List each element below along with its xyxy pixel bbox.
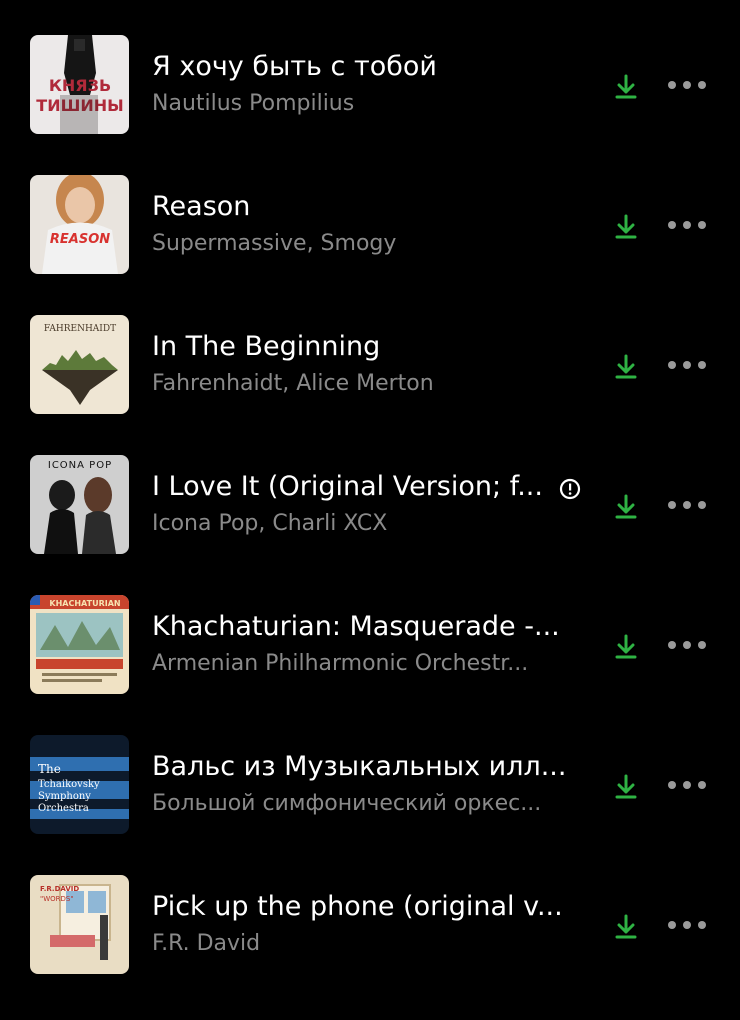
track-artist[interactable]: Icona Pop, Charli XCX bbox=[152, 510, 592, 538]
album-cover[interactable]: KHACHATURIAN bbox=[30, 595, 129, 694]
cover-text: FAHRENHAIDT bbox=[44, 324, 116, 334]
cover-text: The bbox=[38, 762, 61, 776]
more-options-icon[interactable] bbox=[664, 211, 710, 239]
cover-text: KHACHATURIAN bbox=[49, 599, 120, 608]
track-list: КНЯЗЬ ТИШИНЫ Я хочу быть с тобой Nautilu… bbox=[0, 0, 740, 1020]
download-icon[interactable] bbox=[612, 73, 640, 101]
download-icon[interactable] bbox=[612, 913, 640, 941]
track-artist[interactable]: Supermassive, Smogy bbox=[152, 230, 592, 258]
download-icon[interactable] bbox=[612, 353, 640, 381]
track-title[interactable]: In The Beginning bbox=[152, 330, 592, 364]
track-title[interactable]: Reason bbox=[152, 190, 592, 224]
more-options-icon[interactable] bbox=[664, 351, 710, 379]
svg-text:Orchestra: Orchestra bbox=[38, 803, 89, 814]
track-row[interactable]: FAHRENHAIDT In The Beginning Fahrenhaidt… bbox=[0, 280, 740, 420]
track-row[interactable]: REASON Reason Supermassive, Smogy bbox=[0, 140, 740, 280]
track-title[interactable]: Я хочу быть с тобой bbox=[152, 50, 592, 84]
track-row[interactable]: The Tchaikovsky Symphony Orchestra Вальс… bbox=[0, 700, 740, 840]
track-row[interactable]: KHACHATURIAN Khachaturian: Masquerade -.… bbox=[0, 560, 740, 700]
track-row[interactable]: F.R.DAVID "WORDS" Pick up the phone (ori… bbox=[0, 840, 740, 980]
track-title[interactable]: I Love It (Original Version; f... bbox=[152, 470, 592, 504]
track-artist[interactable]: Armenian Philharmonic Orchestr... bbox=[152, 650, 592, 678]
track-title[interactable]: Khachaturian: Masquerade -... bbox=[152, 610, 592, 644]
cover-text: F.R.DAVID bbox=[40, 885, 79, 893]
track-title[interactable]: Pick up the phone (original v... bbox=[152, 890, 592, 924]
svg-text:Symphony: Symphony bbox=[38, 791, 91, 802]
album-cover[interactable]: REASON bbox=[30, 175, 129, 274]
download-icon[interactable] bbox=[612, 493, 640, 521]
track-artist[interactable]: F.R. David bbox=[152, 930, 592, 958]
more-options-icon[interactable] bbox=[664, 911, 710, 939]
cover-text: КНЯЗЬ bbox=[49, 76, 111, 95]
cover-text: ICONA POP bbox=[48, 460, 112, 471]
track-title[interactable]: Вальс из Музыкальных илл... bbox=[152, 750, 592, 784]
track-artist[interactable]: Nautilus Pompilius bbox=[152, 90, 592, 118]
explicit-warning-icon bbox=[559, 478, 581, 500]
album-cover[interactable]: F.R.DAVID "WORDS" bbox=[30, 875, 129, 974]
download-icon[interactable] bbox=[612, 633, 640, 661]
cover-text: REASON bbox=[50, 232, 110, 247]
more-options-icon[interactable] bbox=[664, 771, 710, 799]
download-icon[interactable] bbox=[612, 773, 640, 801]
track-artist[interactable]: Fahrenhaidt, Alice Merton bbox=[152, 370, 592, 398]
album-cover[interactable]: The Tchaikovsky Symphony Orchestra bbox=[30, 735, 129, 834]
album-cover[interactable]: КНЯЗЬ ТИШИНЫ bbox=[30, 35, 129, 134]
track-artist[interactable]: Большой симфонический оркес... bbox=[152, 790, 592, 818]
svg-text:Tchaikovsky: Tchaikovsky bbox=[38, 779, 100, 790]
album-cover[interactable]: FAHRENHAIDT bbox=[30, 315, 129, 414]
svg-text:"WORDS": "WORDS" bbox=[40, 895, 74, 903]
more-options-icon[interactable] bbox=[664, 631, 710, 659]
download-icon[interactable] bbox=[612, 213, 640, 241]
more-options-icon[interactable] bbox=[664, 71, 710, 99]
more-options-icon[interactable] bbox=[664, 491, 710, 519]
track-row[interactable]: ICONA POP I Love It (Original Version; f… bbox=[0, 420, 740, 560]
album-cover[interactable]: ICONA POP bbox=[30, 455, 129, 554]
track-row[interactable]: КНЯЗЬ ТИШИНЫ Я хочу быть с тобой Nautilu… bbox=[0, 0, 740, 140]
